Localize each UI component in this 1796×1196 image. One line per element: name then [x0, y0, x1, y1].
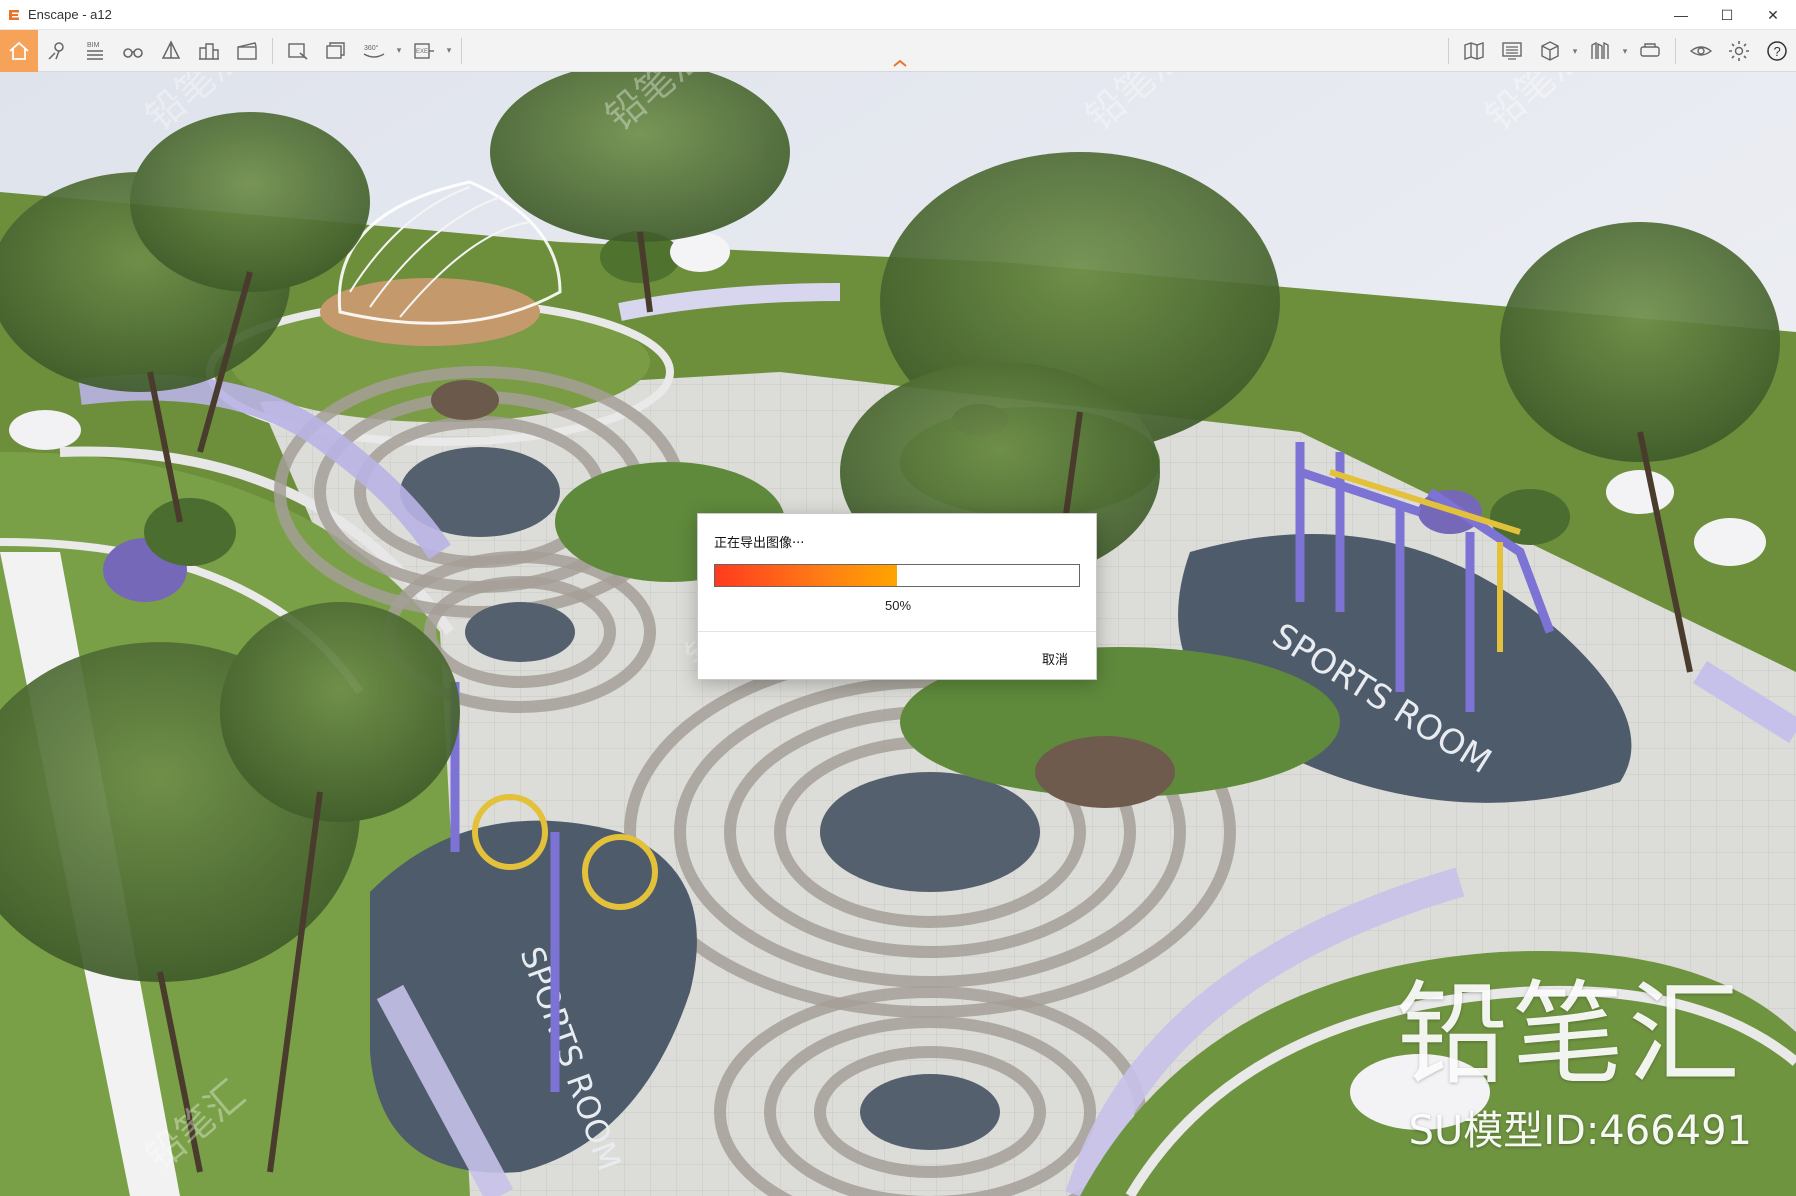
help-glyph: ? [1774, 44, 1781, 59]
dialog-title: 正在导出图像··· [714, 536, 805, 551]
rock [1035, 736, 1175, 808]
visual-settings-button[interactable] [1682, 32, 1720, 70]
white-stone [1606, 470, 1674, 514]
enscape-logo-icon [6, 7, 22, 23]
toolbar-right: ▾ ▾ ? [1442, 30, 1796, 72]
export-progress-dialog: 正在导出图像··· 50% 取消 [697, 513, 1097, 680]
minimize-button[interactable]: — [1658, 0, 1704, 30]
title-bar: Enscape - a12 — ☐ ✕ [0, 0, 1796, 30]
cube-icon [1541, 41, 1559, 61]
chevron-up-icon [893, 59, 907, 67]
dark-pad-center [820, 772, 1040, 892]
video-editor-button[interactable] [228, 32, 266, 70]
vr-headset-icon [1640, 43, 1660, 57]
cube-dropdown[interactable]: ▾ [1569, 32, 1581, 70]
eye-icon [1689, 46, 1713, 56]
gear-icon [1729, 41, 1749, 61]
binoculars-icon [123, 47, 143, 58]
chevron-down-icon: ▾ [396, 45, 402, 55]
progress-bar-fill [715, 565, 897, 586]
cancel-button[interactable]: 取消 [1042, 649, 1068, 668]
monitor-icon [1502, 42, 1522, 60]
close-button[interactable]: ✕ [1750, 0, 1796, 30]
panorama-button[interactable]: 360° [355, 32, 393, 70]
monitor-button[interactable] [1493, 32, 1531, 70]
window-controls: — ☐ ✕ [1658, 0, 1796, 30]
window-title: Enscape - a12 [28, 7, 112, 22]
collapse-toolbar-button[interactable] [888, 30, 912, 72]
cube-button[interactable] [1531, 32, 1569, 70]
progress-percent: 50% [884, 598, 912, 613]
bim-label: BIM [87, 42, 100, 49]
buildings-icon [199, 42, 219, 60]
toolbar-separator [1675, 38, 1676, 64]
toolbar-separator [461, 37, 462, 64]
walk-mode-button[interactable] [114, 32, 152, 70]
export-dropdown[interactable]: ▾ [443, 32, 455, 70]
export-exe-button[interactable]: EXE [405, 32, 443, 70]
assets-button[interactable] [190, 32, 228, 70]
shrub [144, 498, 236, 566]
panorama-360-icon: 360° [363, 44, 385, 58]
exe-label: EXE [416, 49, 428, 55]
screenshot-icon [288, 42, 308, 60]
dialog-separator [698, 631, 1096, 632]
watermark-model-id: SU模型ID:466491 [1408, 1108, 1752, 1154]
home-icon [9, 41, 29, 60]
library-icon [1591, 41, 1609, 59]
dark-pad-bottom [860, 1074, 1000, 1150]
chevron-down-icon: ▾ [1622, 45, 1628, 56]
panorama-dropdown[interactable]: ▾ [393, 32, 405, 70]
dark-pad-mid-left [465, 602, 575, 662]
settings-button[interactable] [1720, 32, 1758, 70]
maximize-button[interactable]: ☐ [1704, 0, 1750, 30]
video-editor-icon [237, 41, 257, 60]
location-pin-icon [48, 41, 64, 60]
white-stone [9, 410, 81, 450]
export-exe-icon: EXE [414, 42, 434, 59]
library-button[interactable] [1581, 32, 1619, 70]
chevron-down-icon: ▾ [1572, 45, 1578, 56]
white-stone [1694, 518, 1766, 566]
bim-icon: BIM [87, 42, 103, 60]
progress-bar [714, 564, 1080, 587]
rock [431, 380, 499, 420]
perspective-icon [161, 39, 181, 59]
minimize-icon: — [1674, 7, 1688, 23]
help-icon: ? [1767, 41, 1787, 61]
views-button[interactable] [38, 32, 76, 70]
vr-button[interactable] [1631, 32, 1669, 70]
maximize-icon: ☐ [1720, 6, 1734, 23]
library-dropdown[interactable]: ▾ [1619, 32, 1631, 70]
home-button[interactable] [0, 29, 38, 72]
toolbar-separator [272, 37, 273, 64]
batch-render-button[interactable] [317, 32, 355, 70]
main-toolbar: BIM 360° ▾ EXE ▾ ▾ ▾ ? [0, 29, 1796, 72]
help-button[interactable]: ? [1758, 32, 1796, 70]
perspective-button[interactable] [152, 32, 190, 70]
batch-render-icon [326, 41, 345, 59]
toolbar-separator [1448, 38, 1449, 64]
map-icon [1464, 42, 1484, 60]
watermark-brand: 铅笔汇 [1396, 970, 1744, 1100]
close-icon: ✕ [1767, 6, 1779, 23]
pano-label: 360° [364, 44, 379, 52]
map-button[interactable] [1455, 32, 1493, 70]
bim-button[interactable]: BIM [76, 32, 114, 70]
chevron-down-icon: ▾ [446, 45, 452, 55]
screenshot-button[interactable] [279, 32, 317, 70]
